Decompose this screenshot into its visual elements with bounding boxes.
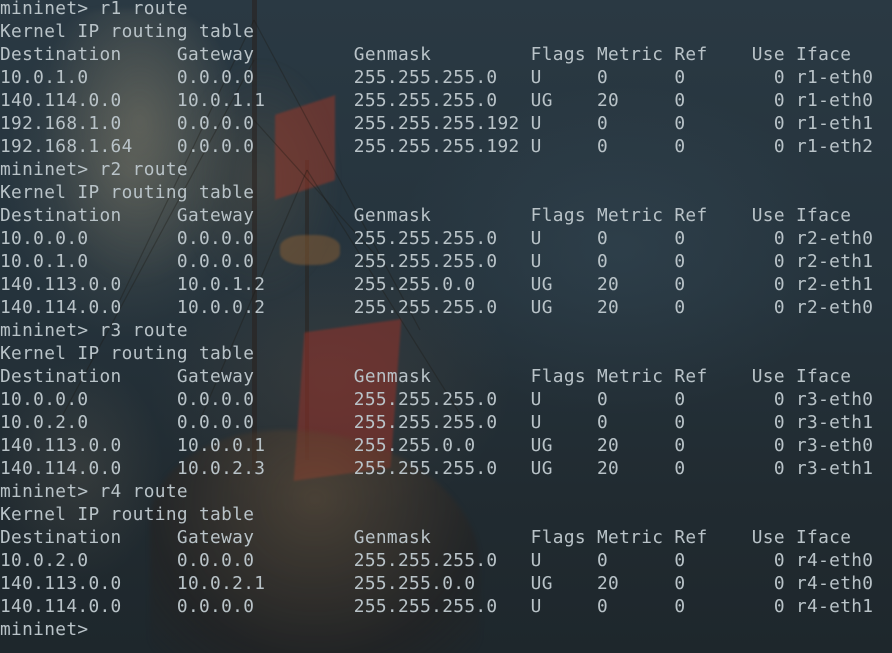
table-heading: Kernel IP routing table	[0, 21, 255, 42]
table-row: 10.0.0.0 0.0.0.0 255.255.255.0 U 0 0 0 r…	[0, 389, 874, 410]
table-heading: Kernel IP routing table	[0, 504, 255, 525]
table-heading: Kernel IP routing table	[0, 343, 255, 364]
table-row: 140.114.0.0 10.0.1.1 255.255.255.0 UG 20…	[0, 90, 874, 111]
table-row: 140.113.0.0 10.0.1.2 255.255.0.0 UG 20 0…	[0, 274, 874, 295]
prompt-line: mininet> r4 route	[0, 481, 188, 502]
table-row: 140.114.0.0 10.0.2.3 255.255.255.0 UG 20…	[0, 458, 874, 479]
table-row: 140.113.0.0 10.0.2.1 255.255.0.0 UG 20 0…	[0, 573, 874, 594]
table-row: 10.0.1.0 0.0.0.0 255.255.255.0 U 0 0 0 r…	[0, 251, 874, 272]
table-row: 10.0.2.0 0.0.0.0 255.255.255.0 U 0 0 0 r…	[0, 412, 874, 433]
table-row: 140.114.0.0 0.0.0.0 255.255.255.0 U 0 0 …	[0, 596, 874, 617]
table-row: 140.113.0.0 10.0.0.1 255.255.0.0 UG 20 0…	[0, 435, 874, 456]
terminal-output[interactable]: mininet> r1 route Kernel IP routing table…	[0, 0, 873, 641]
command-prompt-input[interactable]: mininet>	[0, 618, 873, 641]
table-row: 140.114.0.0 10.0.0.2 255.255.255.0 UG 20…	[0, 297, 874, 318]
prompt-line: mininet> r2 route	[0, 159, 188, 180]
table-header-row: Destination Gateway Genmask Flags Metric…	[0, 527, 852, 548]
table-header-row: Destination Gateway Genmask Flags Metric…	[0, 366, 852, 387]
table-row: 10.0.1.0 0.0.0.0 255.255.255.0 U 0 0 0 r…	[0, 67, 874, 88]
table-row: 10.0.0.0 0.0.0.0 255.255.255.0 U 0 0 0 r…	[0, 228, 874, 249]
table-header-row: Destination Gateway Genmask Flags Metric…	[0, 205, 852, 226]
table-heading: Kernel IP routing table	[0, 182, 255, 203]
prompt-line: mininet> r1 route	[0, 0, 188, 19]
table-header-row: Destination Gateway Genmask Flags Metric…	[0, 44, 852, 65]
table-row: 192.168.1.0 0.0.0.0 255.255.255.192 U 0 …	[0, 113, 874, 134]
table-row: 10.0.2.0 0.0.0.0 255.255.255.0 U 0 0 0 r…	[0, 550, 874, 571]
table-row: 192.168.1.64 0.0.0.0 255.255.255.192 U 0…	[0, 136, 874, 157]
prompt-line: mininet> r3 route	[0, 320, 188, 341]
